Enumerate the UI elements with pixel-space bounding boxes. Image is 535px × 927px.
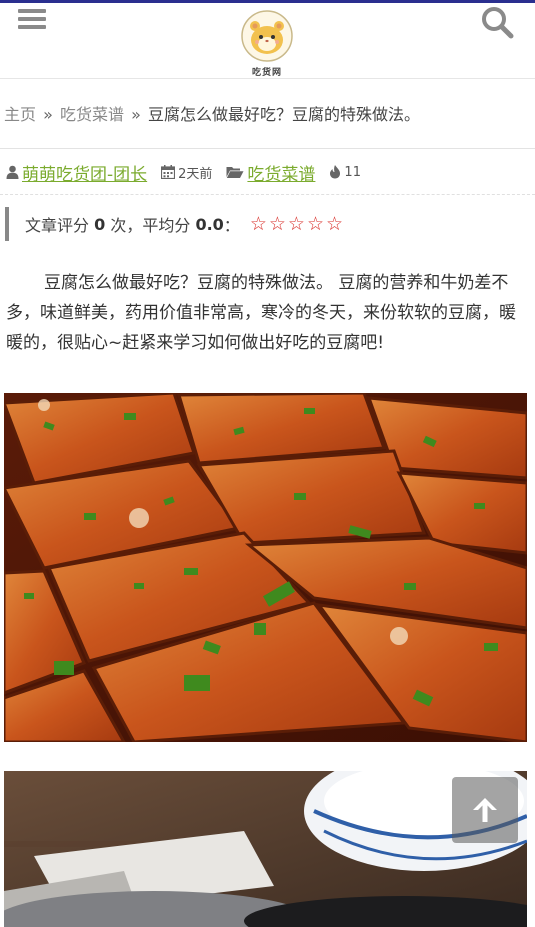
breadcrumb-home-link[interactable]: 主页 [4, 105, 36, 124]
tofu-prep-photo [4, 771, 527, 927]
star-icon[interactable]: ☆ [288, 214, 305, 234]
site-header: 吃货网 [0, 3, 535, 79]
author-link[interactable]: 萌萌吃货团-团长 [22, 160, 147, 185]
site-logo[interactable]: 吃货网 [239, 9, 295, 79]
rating-count: 0 [94, 214, 106, 234]
star-icon[interactable]: ☆ [326, 214, 343, 234]
arrow-up-icon [473, 798, 497, 822]
article-rating: 文章评分 0 次，平均分 0.0： ☆ ☆ ☆ ☆ ☆ [5, 207, 530, 241]
breadcrumb-category-link[interactable]: 吃货菜谱 [60, 105, 124, 124]
article-intro: 豆腐怎么做最好吃？豆腐的特殊做法。 豆腐的营养和牛奶差不多，味道鲜美，药用价值非… [6, 268, 528, 358]
star-icon[interactable]: ☆ [269, 214, 286, 234]
rating-label-mid: 次，平均分 [110, 216, 191, 235]
breadcrumb-separator: » [131, 105, 141, 124]
article-intro-text: 豆腐怎么做最好吃？豆腐的特殊做法。 豆腐的营养和牛奶差不多，味道鲜美，药用价值非… [6, 273, 516, 353]
folder-icon [226, 167, 244, 178]
back-to-top-button[interactable] [452, 777, 518, 843]
rating-label-prefix: 文章评分 [25, 216, 90, 235]
breadcrumb-current: 豆腐怎么做最好吃？豆腐的特殊做法。 [148, 105, 421, 124]
user-icon [6, 165, 19, 179]
star-icon[interactable]: ☆ [307, 214, 324, 234]
menu-icon[interactable] [18, 9, 46, 33]
logo-text: 吃货网 [251, 68, 282, 78]
category-link[interactable]: 吃货菜谱 [247, 160, 315, 185]
flame-icon [330, 165, 341, 179]
view-count: 11 [344, 164, 361, 180]
divider [0, 194, 535, 195]
rating-average: 0.0 [195, 214, 224, 234]
star-icon[interactable]: ☆ [250, 214, 267, 234]
rating-label-suffix: ： [223, 216, 240, 235]
calendar-icon [161, 165, 176, 179]
breadcrumb: 主页 » 吃货菜谱 » 豆腐怎么做最好吃？豆腐的特殊做法。 [4, 101, 529, 125]
rating-stars: ☆ ☆ ☆ ☆ ☆ [250, 214, 345, 234]
tofu-dish-photo [4, 393, 527, 742]
divider [0, 148, 535, 149]
hamster-logo [241, 10, 293, 62]
search-icon[interactable] [480, 5, 516, 41]
breadcrumb-separator: » [43, 105, 53, 124]
article-meta: 萌萌吃货团-团长 2天前 吃货菜谱 11 [6, 160, 531, 185]
post-time: 2天前 [178, 166, 213, 182]
